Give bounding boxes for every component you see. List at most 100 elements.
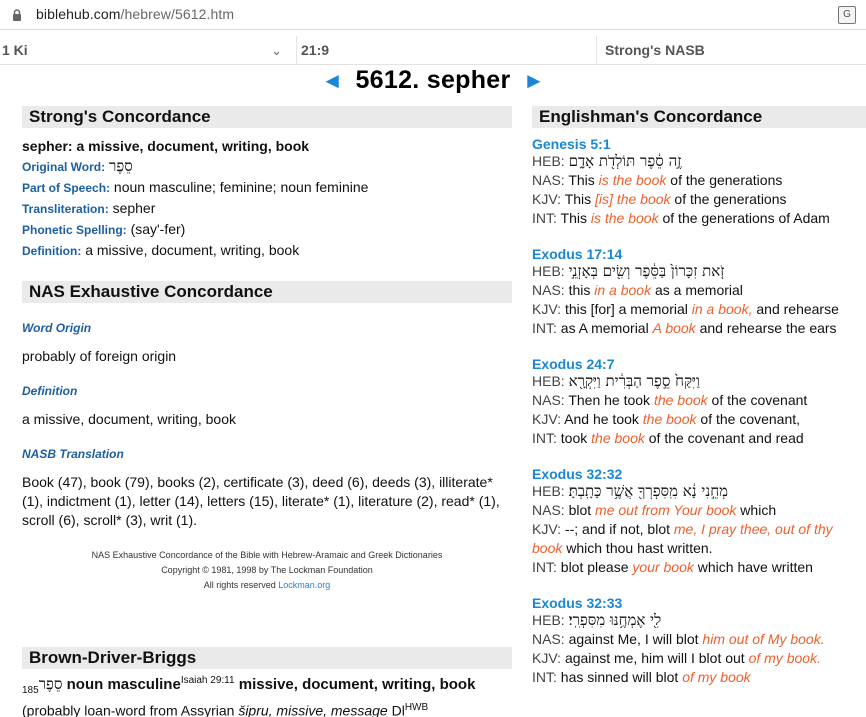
int-line: INT: This is the book of the generations…	[532, 209, 866, 228]
kjv-pre: this [for] a memorial	[564, 301, 692, 317]
bdb-etym-italic: šipru, missive, message	[238, 702, 388, 717]
nas-highlight: me out from Your book	[595, 502, 737, 518]
word-origin-text: probably of foreign origin	[22, 348, 177, 364]
int-pre: This	[560, 210, 591, 226]
int-pre: took	[560, 430, 592, 446]
word-origin-label: Word Origin	[22, 321, 92, 335]
bdb-word: סֵפֶר	[38, 675, 63, 693]
kjv-pre: --; and if not, blot	[564, 521, 674, 537]
int-label: INT:	[532, 320, 557, 336]
concordance-entry: Exodus 17:14 HEB: זֹ֤את זִכָּרוֹן֙ בַּסֵּ…	[532, 246, 866, 338]
nas-line: NAS: blot me out from Your book which	[532, 501, 866, 520]
part-of-speech-row: Part of Speech: noun masculine; feminine…	[22, 179, 512, 196]
bdb-etym-sup: HWB	[404, 702, 429, 713]
url-path: /hebrew/5612.htm	[120, 6, 235, 22]
phonetic-label: Phonetic Spelling:	[22, 223, 127, 237]
kjv-line: KJV: against me, him will I blot out of …	[532, 649, 866, 668]
verse-ref-link[interactable]: Exodus 24:7	[532, 356, 866, 372]
book-selector-value: 1 Ki	[2, 42, 28, 58]
kjv-label: KJV:	[532, 301, 562, 317]
kjv2-highlight: book	[532, 540, 563, 556]
bdb-etym-post: Dl	[387, 702, 405, 717]
int-highlight: A book	[652, 320, 696, 336]
strongs-definition: sepher: a missive, document, writing, bo…	[22, 138, 310, 154]
nas-label: NAS:	[532, 502, 565, 518]
kjv-line: KJV: --; and if not, blot me, I pray the…	[532, 520, 866, 539]
original-word-label: Original Word:	[22, 160, 106, 174]
bdb-heading: Brown-Driver-Briggs	[22, 647, 512, 669]
translit-value: sepher	[112, 200, 156, 216]
nas-pre: this	[568, 282, 595, 298]
chapter-selector[interactable]: 21:9	[296, 36, 586, 65]
heb-label: HEB:	[532, 263, 565, 279]
translate-icon[interactable]: G	[838, 6, 856, 24]
heb-text: זֶ֣ה סֵ֔פֶר תּוֹלְדֹ֖ת אָדָ֑ם	[568, 152, 682, 170]
page-title: 5612. sepher	[355, 66, 511, 94]
nas-label: NAS:	[532, 282, 565, 298]
heb-label: HEB:	[532, 153, 565, 169]
chevron-down-icon: ⌄	[271, 43, 282, 58]
int-post: of the generations of Adam	[658, 210, 830, 226]
nas-line: NAS: this in a book as a memorial	[532, 281, 866, 300]
kjv-line-cont: book which thou hast written.	[532, 539, 866, 558]
int-label: INT:	[532, 430, 557, 446]
kjv-line: KJV: this [for] a memorial in a book, an…	[532, 300, 866, 319]
int-line: INT: took the book of the covenant and r…	[532, 429, 866, 448]
kjv-line: KJV: This [is] the book of the generatio…	[532, 190, 866, 209]
nas-line: NAS: This is the book of the generations	[532, 171, 866, 190]
prev-arrow-icon[interactable]: ◄	[321, 68, 343, 94]
address-bar[interactable]: biblehub.com/hebrew/5612.htm G	[0, 0, 866, 30]
credit-line-1: NAS Exhaustive Concordance of the Bible …	[91, 550, 443, 560]
int-label: INT:	[532, 669, 557, 685]
phonetic-value: (say'-fer)	[130, 221, 186, 237]
bdb-ref[interactable]: Isaiah 29:11	[181, 675, 235, 686]
kjv-label: KJV:	[532, 191, 562, 207]
definition-row: Definition: a missive, document, writing…	[22, 242, 512, 259]
kjv-highlight: me, I pray thee, out of thy	[673, 521, 833, 537]
original-word-row: Original Word: סֵפֶר	[22, 158, 512, 175]
nas-post: of the generations	[666, 172, 783, 188]
original-word: סֵפֶר	[109, 157, 133, 175]
heb-text: לִ֖י אֶמְחֶ֥נּוּ מִסִּפְרִֽי׃	[568, 611, 662, 629]
entry-spacer	[532, 448, 866, 458]
verse-ref-link[interactable]: Genesis 5:1	[532, 136, 866, 152]
kjv-post: and rehearse	[752, 301, 839, 317]
concordance-entry: Exodus 32:32 HEB: מְחֵ֣נִי נָ֔א מִֽסִּפְר…	[532, 466, 866, 577]
page-title-bar: ◄ 5612. sepher ►	[0, 66, 866, 98]
int-line: INT: as A memorial A book and rehearse t…	[532, 319, 866, 338]
lock-icon	[13, 9, 21, 21]
bdb-etym-pre: (probably loan-word from Assyrian	[22, 702, 239, 717]
kjv-pre: against me, him will I blot out	[564, 650, 749, 666]
strongs-heading: Strong's Concordance	[22, 106, 512, 128]
kjv-post: of the generations	[670, 191, 787, 207]
next-arrow-icon[interactable]: ►	[523, 68, 545, 94]
int-highlight: the book	[591, 430, 645, 446]
verse-ref-link[interactable]: Exodus 32:33	[532, 595, 866, 611]
chapter-selector-value: 21:9	[301, 42, 330, 58]
int-pre: has sinned will blot	[560, 669, 683, 685]
kjv-pre: This	[564, 191, 596, 207]
version-selector[interactable]: Strong's NASB	[596, 36, 866, 65]
translit-label: Transliteration:	[22, 202, 109, 216]
url-text[interactable]: biblehub.com/hebrew/5612.htm	[36, 6, 234, 22]
lockman-link[interactable]: Lockman.org	[278, 580, 330, 590]
nas-definition-text: a missive, document, writing, book	[22, 411, 236, 427]
nas-highlight: in a book	[594, 282, 652, 298]
verse-ref-link[interactable]: Exodus 32:32	[532, 466, 866, 482]
nas-highlight: is the book	[598, 172, 667, 188]
nas-post: of the covenant	[707, 392, 808, 408]
verse-ref-link[interactable]: Exodus 17:14	[532, 246, 866, 262]
nas-post: which	[736, 502, 777, 518]
int-post: and rehearse the ears	[695, 320, 837, 336]
concordance-entry: Exodus 24:7 HEB: וַיִּקַּח֙ סֵ֣פֶר הַבְּר…	[532, 356, 866, 448]
nas-label: NAS:	[532, 631, 565, 647]
book-selector[interactable]: 1 Ki ⌄	[0, 36, 290, 65]
int-post: of the covenant and read	[644, 430, 804, 446]
heb-label: HEB:	[532, 483, 565, 499]
credit-line-3: All rights reserved Lockman.org	[22, 578, 512, 593]
phonetic-row: Phonetic Spelling: (say'-fer)	[22, 221, 512, 238]
kjv-label: KJV:	[532, 650, 562, 666]
nas-line: NAS: Then he took the book of the covena…	[532, 391, 866, 410]
kjv-highlight: the book	[642, 411, 697, 427]
int-label: INT:	[532, 559, 557, 575]
